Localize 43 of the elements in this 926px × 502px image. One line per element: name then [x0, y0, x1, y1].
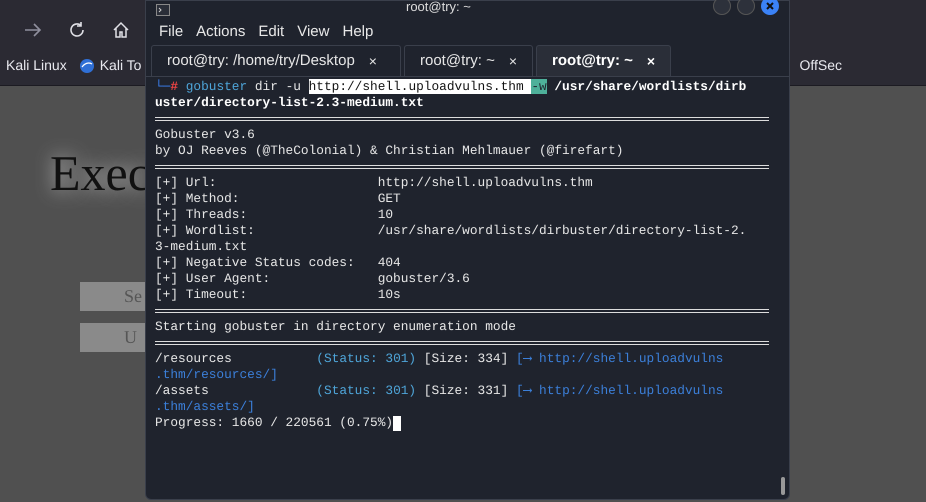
- terminal-line: [+] Timeout: 10s: [155, 287, 401, 303]
- home-icon[interactable]: [112, 21, 130, 39]
- terminal-line: [+] Threads: 10: [155, 207, 394, 223]
- terminal-line: [+] Url: http://shell.uploadvulns.thm: [155, 175, 593, 191]
- reload-icon[interactable]: [68, 21, 86, 39]
- terminal-line: 3-medium.txt: [155, 239, 248, 255]
- menu-item[interactable]: View: [297, 20, 330, 44]
- page-heading: Exec: [50, 148, 150, 198]
- menu-item[interactable]: File: [159, 20, 184, 44]
- tab-label: root@try: ~: [552, 50, 633, 71]
- terminal-line: [+] Wordlist: /usr/share/wordlists/dirbuster/directory-list-2.: [155, 223, 746, 239]
- close-icon[interactable]: ×: [508, 50, 518, 72]
- terminal-tab[interactable]: root@try: ~ ×: [404, 45, 534, 76]
- terminal-line: Starting gobuster in directory enumeration mode: [155, 319, 516, 335]
- close-icon[interactable]: ×: [368, 50, 377, 72]
- bookmark-link[interactable]: OffSec: [799, 55, 842, 76]
- terminal-line: by OJ Reeves (@TheColonial) & Christian Mehlmauer (@firefart): [155, 143, 624, 159]
- bookmark-link[interactable]: Kali To: [100, 55, 142, 76]
- tab-label: root@try: ~: [420, 50, 495, 71]
- scrollbar-thumb[interactable]: [781, 477, 785, 495]
- tab-label: root@try: /home/try/Desktop: [167, 50, 355, 71]
- terminal-line: [+] Method: GET: [155, 191, 401, 207]
- close-button[interactable]: [761, 0, 779, 15]
- menu-item[interactable]: Help: [342, 20, 374, 44]
- bookmark-link[interactable]: Kali Linux: [6, 55, 67, 76]
- terminal-line: uster/directory-list-2.3-medium.txt: [155, 95, 424, 111]
- terminal-line: └─# gobuster dir -u http://shell.uploadvulns.thm -w /usr/share/wordlists/dirb: [155, 79, 746, 95]
- menu-item[interactable]: Actions: [196, 20, 246, 44]
- terminal-line: /assets (Status: 301) [Size: 331] [⟶ http://shell.uploadvulns: [155, 383, 724, 399]
- terminal-line: Progress: 1660 / 220561 (0.75%): [155, 415, 394, 431]
- terminal-icon: [156, 4, 170, 16]
- menu-item[interactable]: Edit: [258, 20, 284, 44]
- forward-arrow-icon[interactable]: [24, 22, 42, 38]
- window-title: root@try: ~: [406, 0, 471, 16]
- terminal-line: /resources (Status: 301) [Size: 334] [⟶ http://shell.uploadvulns: [155, 351, 724, 367]
- terminal-tab[interactable]: root@try: ~ ×: [536, 45, 672, 76]
- terminal-tab[interactable]: root@try: /home/try/Desktop ×: [151, 45, 401, 76]
- terminal-line: Gobuster v3.6: [155, 127, 255, 143]
- close-icon[interactable]: ×: [646, 50, 656, 72]
- terminal-line: .thm/assets/]: [155, 399, 255, 415]
- terminal-line: [+] Negative Status codes: 404: [155, 255, 401, 271]
- terminal-line: [+] User Agent: gobuster/3.6: [155, 271, 470, 287]
- terminal-line: .thm/resources/]: [155, 367, 278, 383]
